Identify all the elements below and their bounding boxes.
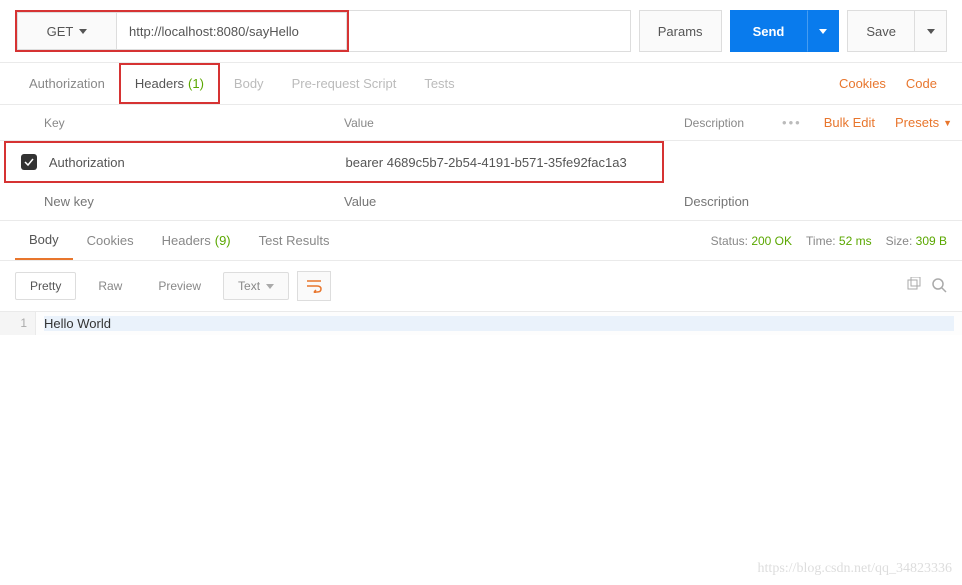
cookies-link[interactable]: Cookies	[829, 76, 896, 91]
time-label: Time:	[806, 234, 836, 248]
response-body-toolbar: Pretty Raw Preview Text	[0, 261, 962, 312]
th-value: Value	[344, 116, 684, 130]
response-status-info: Status: 200 OK Time: 52 ms Size: 309 B	[711, 234, 947, 248]
chevron-down-icon	[927, 29, 935, 34]
check-icon	[24, 157, 34, 167]
url-input-extension[interactable]	[349, 10, 631, 52]
headers-table-header: Key Value Description ••• Bulk Edit Pres…	[0, 105, 962, 141]
method-url-highlight: GET	[15, 10, 349, 52]
response-body: 1 Hello World	[0, 312, 962, 335]
method-value: GET	[47, 24, 74, 39]
tab-authorization[interactable]: Authorization	[15, 63, 119, 104]
watermark: https://blog.csdn.net/qq_34823336	[758, 561, 952, 577]
response-tab-body[interactable]: Body	[15, 221, 73, 260]
presets-dropdown[interactable]: Presets ▼	[885, 115, 962, 130]
size-value: 309 B	[916, 234, 947, 248]
response-tabs: Body Cookies Headers (9) Test Results St…	[0, 221, 962, 261]
copy-icon[interactable]	[905, 277, 921, 296]
send-dropdown[interactable]	[807, 10, 839, 52]
th-description: Description	[684, 116, 770, 130]
wrap-icon[interactable]	[297, 271, 331, 301]
header-value[interactable]: bearer 4689c5b7-2b54-4191-b571-35fe92fac…	[346, 155, 662, 170]
th-key: Key	[44, 116, 344, 130]
tab-headers-label: Headers	[135, 76, 184, 91]
code-line-1: Hello World	[44, 316, 954, 331]
size-label: Size:	[886, 234, 913, 248]
format-value: Text	[238, 279, 260, 293]
search-icon[interactable]	[931, 277, 947, 296]
chevron-down-icon	[819, 29, 827, 34]
params-button[interactable]: Params	[639, 10, 722, 52]
line-number: 1	[0, 316, 27, 330]
caret-down-icon: ▼	[943, 118, 952, 128]
tab-headers-count: (1)	[188, 76, 204, 91]
response-tab-cookies[interactable]: Cookies	[73, 221, 148, 260]
tab-body[interactable]: Body	[220, 63, 278, 104]
header-key[interactable]: Authorization	[49, 155, 346, 170]
tab-tests[interactable]: Tests	[410, 63, 468, 104]
header-row-authorization[interactable]: Authorization bearer 4689c5b7-2b54-4191-…	[4, 141, 664, 183]
response-tab-headers[interactable]: Headers (9)	[148, 221, 245, 260]
time-value: 52 ms	[839, 234, 872, 248]
copy-icon-svg	[905, 277, 921, 293]
save-dropdown[interactable]	[915, 10, 947, 52]
more-icon[interactable]: •••	[770, 115, 814, 130]
response-tab-testresults[interactable]: Test Results	[245, 221, 344, 260]
request-bar: GET Params Send Save	[0, 0, 962, 63]
request-tabs: Authorization Headers (1) Body Pre-reque…	[0, 63, 962, 105]
new-desc-input[interactable]	[684, 194, 962, 209]
chevron-down-icon	[79, 29, 87, 34]
line-gutter: 1	[0, 312, 36, 335]
status-value: 200 OK	[751, 234, 792, 248]
chevron-down-icon	[266, 284, 274, 289]
bulk-edit-link[interactable]: Bulk Edit	[814, 115, 885, 130]
view-raw[interactable]: Raw	[84, 273, 136, 299]
code-link[interactable]: Code	[896, 76, 947, 91]
response-tab-headers-count: (9)	[215, 233, 231, 248]
new-key-input[interactable]	[44, 194, 344, 209]
row-checkbox[interactable]	[21, 154, 37, 170]
tab-prerequest[interactable]: Pre-request Script	[278, 63, 411, 104]
status-label: Status:	[711, 234, 748, 248]
response-tab-headers-label: Headers	[162, 233, 211, 248]
url-input[interactable]	[117, 12, 347, 50]
tab-headers[interactable]: Headers (1)	[119, 63, 220, 104]
code-content[interactable]: Hello World	[36, 312, 962, 335]
format-select[interactable]: Text	[223, 272, 289, 300]
wrap-lines-icon	[306, 279, 322, 293]
presets-label: Presets	[895, 115, 939, 130]
save-button[interactable]: Save	[847, 10, 915, 52]
view-preview[interactable]: Preview	[144, 273, 215, 299]
send-button[interactable]: Send	[730, 10, 808, 52]
view-pretty[interactable]: Pretty	[15, 272, 76, 300]
magnifier-icon	[931, 277, 947, 293]
header-row-new	[0, 183, 962, 221]
method-select[interactable]: GET	[17, 12, 117, 50]
new-value-input[interactable]	[344, 194, 684, 209]
